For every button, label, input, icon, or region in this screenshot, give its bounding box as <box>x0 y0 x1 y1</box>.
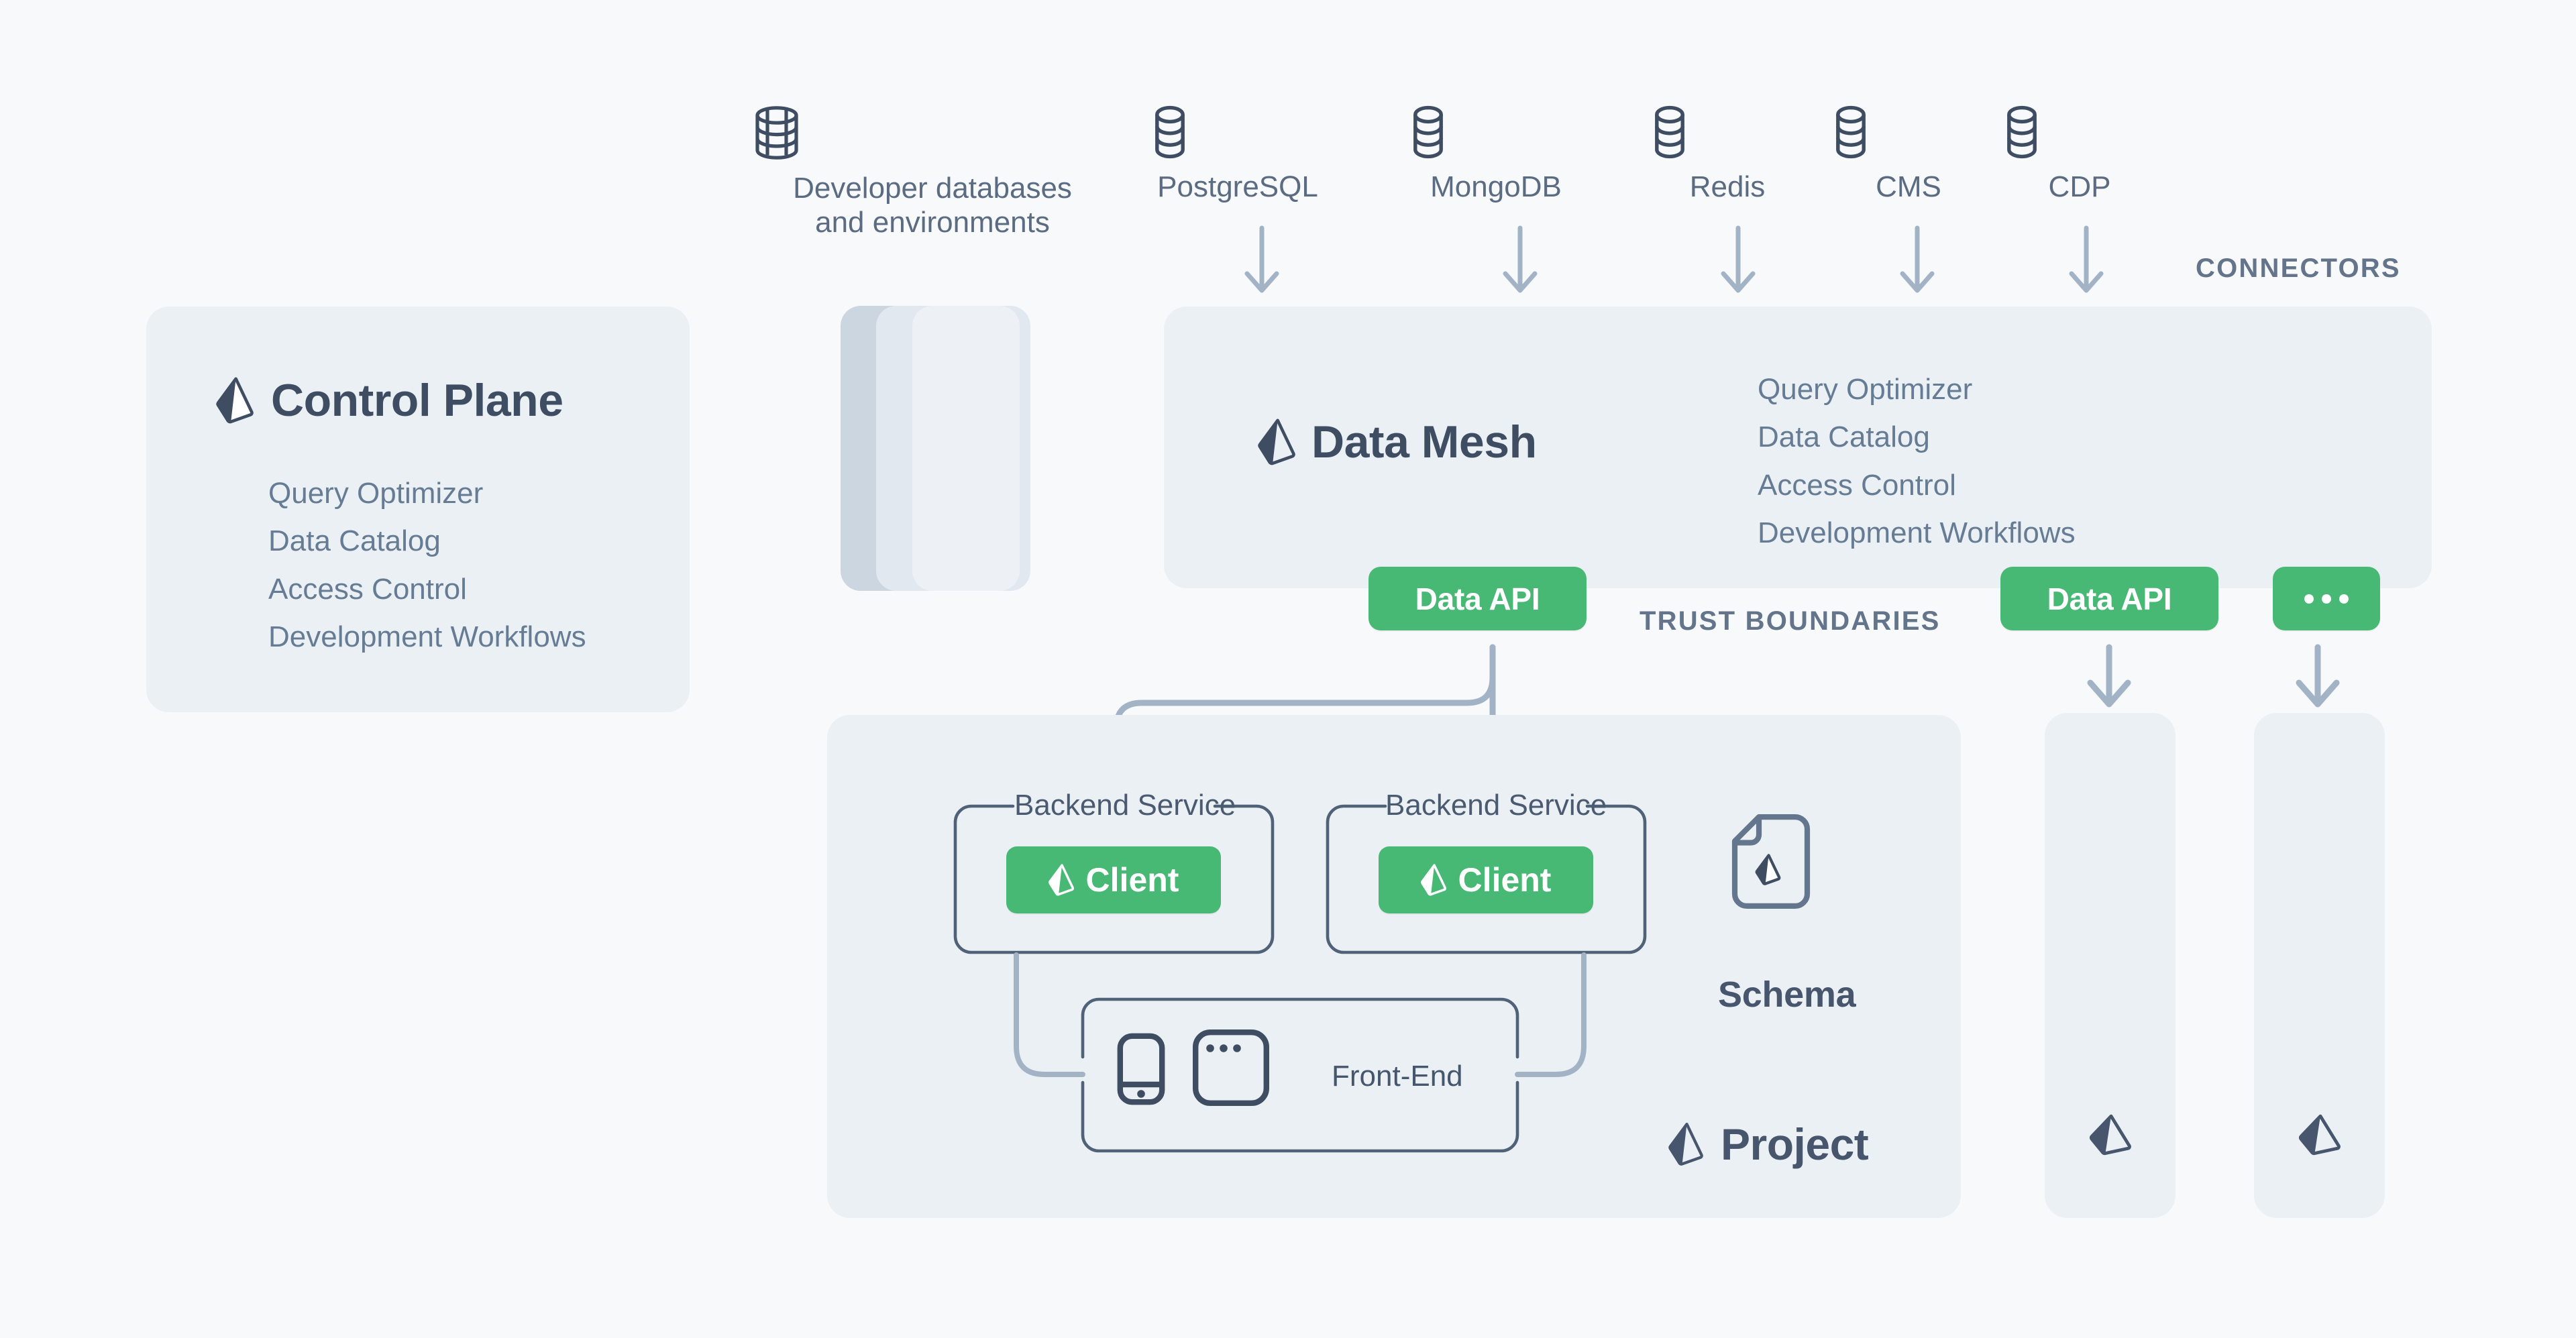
data-api-label: Data API <box>1415 581 1540 616</box>
data-mesh-feature-list: Query Optimizer Data Catalog Access Cont… <box>1758 366 2076 557</box>
backend-service-b-label: Backend Service <box>1385 789 1607 822</box>
prisma-prism-icon <box>1668 1122 1703 1166</box>
connector-source-mongodb: MongoDB <box>1409 104 1583 204</box>
data-api-label: Data API <box>2047 581 2172 616</box>
database-cluster-icon <box>745 104 1120 162</box>
mobile-device-icon <box>1117 1033 1165 1105</box>
connector-source-dev-databases: Developer databases and environments <box>745 104 1120 239</box>
control-plane-feature: Development Workflows <box>268 620 586 653</box>
prisma-prism-icon <box>2088 1113 2133 1158</box>
trust-boundaries-caption: TRUST BOUNDARIES <box>1640 606 1941 636</box>
data-api-button-primary[interactable]: Data API <box>1368 567 1587 630</box>
control-plane-title: Control Plane <box>216 374 564 427</box>
prisma-prism-icon <box>216 377 254 424</box>
client-label: Client <box>1085 861 1179 899</box>
browser-window-icon <box>1192 1029 1270 1107</box>
control-plane-feature: Access Control <box>268 572 467 606</box>
client-pill-a[interactable]: Client <box>1006 846 1221 913</box>
data-mesh-feature: Development Workflows <box>1758 516 2076 549</box>
prisma-prism-icon <box>1048 864 1074 896</box>
prisma-prism-icon <box>1420 864 1446 896</box>
project-title-text: Project <box>1721 1119 1869 1169</box>
client-pill-b[interactable]: Client <box>1379 846 1593 913</box>
frontend-label: Front-End <box>1332 1060 1463 1093</box>
prisma-prism-icon <box>2298 1113 2342 1158</box>
database-icon <box>1650 104 1805 160</box>
project-title: Project <box>1668 1119 1869 1170</box>
connector-source-cms: CMS <box>1831 104 1986 204</box>
data-mesh-feature: Data Catalog <box>1758 421 1930 454</box>
connector-source-label: MongoDB <box>1430 170 1562 203</box>
control-plane-feature: Query Optimizer <box>268 477 484 510</box>
database-icon <box>2002 104 2157 160</box>
data-mesh-feature: Access Control <box>1758 468 1956 502</box>
data-api-button-secondary[interactable]: Data API <box>2000 567 2218 630</box>
data-mesh-title-text: Data Mesh <box>1311 416 1537 467</box>
client-label: Client <box>1458 861 1552 899</box>
connector-source-label: Developer databases and environments <box>793 172 1072 239</box>
schema-document-icon <box>1731 813 1811 910</box>
data-mesh-title: Data Mesh <box>1258 416 1537 468</box>
data-api-button-more[interactable] <box>2273 567 2380 630</box>
connector-source-cdp: CDP <box>2002 104 2157 204</box>
connector-source-postgresql: PostgreSQL <box>1150 104 1325 204</box>
schema-label: Schema <box>1718 974 1856 1015</box>
control-plane-feature-list: Query Optimizer Data Catalog Access Cont… <box>268 469 586 661</box>
database-icon <box>1831 104 1986 160</box>
environment-card-front <box>912 306 1020 591</box>
diagram-canvas: Developer databases and environments Pos… <box>0 0 2576 1338</box>
control-plane-feature: Data Catalog <box>268 524 441 558</box>
prisma-prism-icon <box>1258 419 1295 465</box>
data-mesh-feature: Query Optimizer <box>1758 373 1973 406</box>
ellipsis-icon <box>2304 594 2349 604</box>
connector-source-label: CDP <box>2048 170 2111 203</box>
database-icon <box>1409 104 1583 160</box>
connector-source-redis: Redis <box>1650 104 1805 204</box>
connector-source-label: CMS <box>1876 170 1941 203</box>
connectors-caption: CONNECTORS <box>2196 254 2401 283</box>
connector-source-label: Redis <box>1689 170 1766 203</box>
control-plane-title-text: Control Plane <box>271 375 564 426</box>
backend-service-a-label: Backend Service <box>1014 789 1236 822</box>
connector-source-label: PostgreSQL <box>1157 170 1318 203</box>
database-icon <box>1150 104 1325 160</box>
